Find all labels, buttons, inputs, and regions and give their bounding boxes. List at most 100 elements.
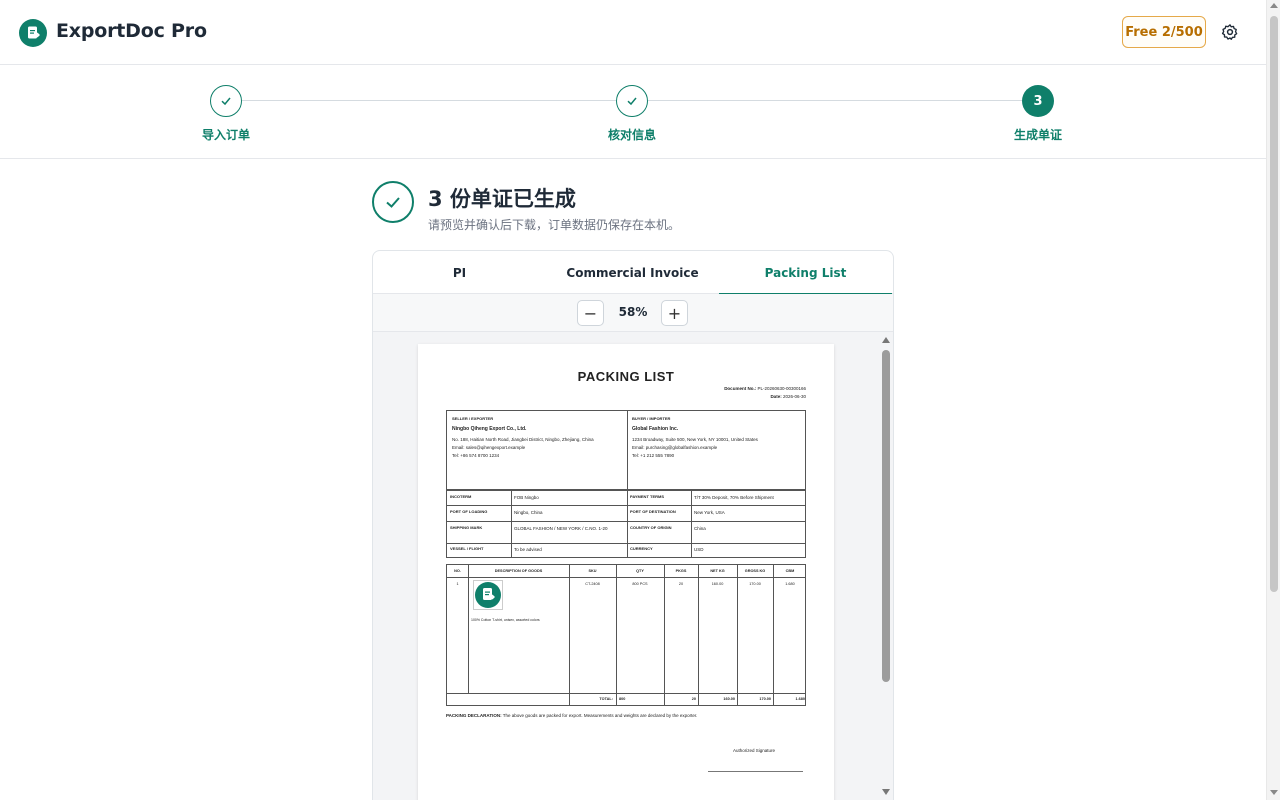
- goods-description: 100% Cotton T-shirt, unisex, assorted co…: [471, 618, 540, 622]
- page-scrollbar-thumb[interactable]: [1270, 16, 1278, 592]
- progress-stepper: 导入订单 核对信息 3 生成单证: [0, 65, 1266, 159]
- doc-title: PACKING LIST: [577, 369, 675, 384]
- terms-box: INCOTERM FOB Ningbo PAYMENT TERMS T/T 30…: [446, 490, 806, 558]
- divider: [737, 565, 738, 706]
- document-tabs: PI Commercial Invoice Packing List: [373, 251, 893, 295]
- declaration-label: PACKING DECLARATION:: [446, 713, 502, 718]
- total-cbm: 1.680: [795, 697, 805, 701]
- divider: [773, 565, 774, 706]
- zoom-toolbar: − 58% +: [373, 294, 893, 332]
- app-title: ExportDoc Pro: [56, 20, 207, 42]
- preview-scrollbar[interactable]: [879, 332, 893, 800]
- packing-list-page: PACKING LIST Document No.: PL-20260630-0…: [418, 344, 834, 800]
- product-image: [473, 580, 503, 610]
- buyer-email: Email: purchasing@globalfashion.example: [632, 445, 718, 450]
- term-value: Ningbo, China: [514, 510, 543, 515]
- step-verify-info[interactable]: 核对信息: [572, 85, 692, 143]
- tab-pi[interactable]: PI: [373, 251, 546, 294]
- divider: [447, 521, 806, 522]
- row-pkgs: 20: [678, 582, 684, 586]
- divider: [616, 565, 617, 706]
- check-icon: [210, 85, 242, 117]
- total-qty: 800: [619, 697, 626, 701]
- tab-packing-list[interactable]: Packing List: [719, 251, 892, 295]
- divider: [627, 491, 628, 558]
- seller-name: Ningbo Qiheng Export Co., Ltd.: [452, 426, 527, 432]
- scroll-up-arrow-icon[interactable]: [882, 337, 890, 343]
- document-preview-card: PI Commercial Invoice Packing List − 58%…: [372, 250, 894, 800]
- divider: [627, 411, 628, 490]
- term-label: COUNTRY OF ORIGIN: [630, 525, 672, 530]
- term-value: China: [694, 526, 706, 531]
- page-scrollbar[interactable]: [1266, 0, 1280, 800]
- step-connector: [242, 100, 616, 101]
- declaration-text: The above goods are packed for export. M…: [502, 713, 698, 718]
- gear-icon[interactable]: [1219, 21, 1241, 43]
- row-cbm: 1.680: [785, 582, 795, 586]
- divider: [698, 565, 699, 706]
- column-header: NO.: [454, 569, 461, 573]
- doc-date-value: 2026-06-30: [782, 394, 806, 399]
- tab-commercial-invoice[interactable]: Commercial Invoice: [546, 251, 719, 294]
- signature-label: Authorized Signature: [732, 748, 776, 753]
- parties-box: SELLER / EXPORTER Ningbo Qiheng Export C…: [446, 410, 806, 490]
- term-value: FOB Ningbo: [514, 495, 539, 500]
- seller-tel: Tel: +86 574 8700 1234: [452, 453, 500, 458]
- column-header: GROSS KG: [744, 569, 766, 573]
- term-label: VESSEL / FLIGHT: [450, 546, 484, 551]
- column-header: QTY: [636, 569, 644, 573]
- doc-number: Document No.: PL-20260630-00300166: [724, 386, 806, 391]
- zoom-level: 58%: [618, 305, 648, 319]
- total-net: 160.00: [723, 697, 735, 701]
- divider: [447, 543, 806, 544]
- document-viewer[interactable]: PACKING LIST Document No.: PL-20260630-0…: [373, 332, 893, 800]
- divider: [447, 693, 806, 694]
- result-subtitle: 请预览并确认后下载，订单数据仍保存在本机。: [428, 218, 681, 232]
- row-sku: CT-2408: [585, 582, 600, 586]
- divider: [664, 565, 665, 706]
- term-value: T/T 30% Deposit, 70% Before Shipment: [694, 495, 774, 500]
- term-label: PORT OF DESTINATION: [630, 509, 676, 514]
- step-label: 生成单证: [1013, 128, 1062, 142]
- scroll-down-arrow-icon[interactable]: [882, 789, 890, 795]
- buyer-tel: Tel: +1 212 555 7890: [632, 453, 675, 458]
- column-header: SKU: [588, 569, 597, 573]
- row-net: 160.00: [711, 582, 724, 586]
- preview-scrollbar-thumb[interactable]: [882, 350, 890, 682]
- scroll-down-arrow-icon[interactable]: [1270, 790, 1278, 795]
- doc-date: Date: 2026-06-30: [770, 394, 806, 399]
- zoom-in-button[interactable]: +: [661, 300, 688, 326]
- divider: [447, 505, 806, 506]
- scroll-up-arrow-icon[interactable]: [1270, 3, 1278, 8]
- column-header: NET KG: [710, 569, 725, 573]
- seller-label: SELLER / EXPORTER: [452, 416, 494, 421]
- divider: [691, 491, 692, 558]
- total-gross: 170.00: [759, 697, 771, 701]
- divider: [511, 491, 512, 558]
- signature-line: [708, 771, 803, 772]
- step-generate-docs[interactable]: 3 生成单证: [978, 85, 1098, 143]
- term-label: PAYMENT TERMS: [630, 494, 665, 499]
- step-label: 导入订单: [201, 128, 250, 142]
- step-import-order[interactable]: 导入订单: [166, 85, 286, 143]
- doc-number-label: Document No.:: [724, 386, 757, 391]
- column-header: PKGS: [675, 569, 687, 573]
- plan-usage-badge[interactable]: Free 2/500: [1122, 16, 1206, 48]
- buyer-label: BUYER / IMPORTER: [632, 416, 671, 421]
- term-label: INCOTERM: [450, 494, 472, 499]
- term-value: New York, USA: [694, 510, 725, 515]
- doc-number-value: PL-20260630-00300166: [757, 386, 806, 391]
- app-logo-icon: [19, 19, 47, 47]
- row-no: 1: [456, 582, 459, 586]
- zoom-out-button[interactable]: −: [577, 300, 604, 326]
- term-label: CURRENCY: [630, 546, 653, 551]
- goods-table: NO. DESCRIPTION OF GOODS SKU QTY PKGS NE…: [446, 564, 806, 706]
- column-header: DESCRIPTION OF GOODS: [494, 569, 543, 573]
- divider: [468, 565, 469, 693]
- doc-date-label: Date:: [770, 394, 782, 399]
- step-connector: [648, 100, 1022, 101]
- seller-email: Email: sales@qihengexport.example: [452, 445, 526, 450]
- result-title: 3 份单证已生成: [428, 187, 576, 211]
- buyer-address: 1234 Broadway, Suite 500, New York, NY 1…: [632, 437, 758, 442]
- column-header: CBM: [785, 569, 795, 573]
